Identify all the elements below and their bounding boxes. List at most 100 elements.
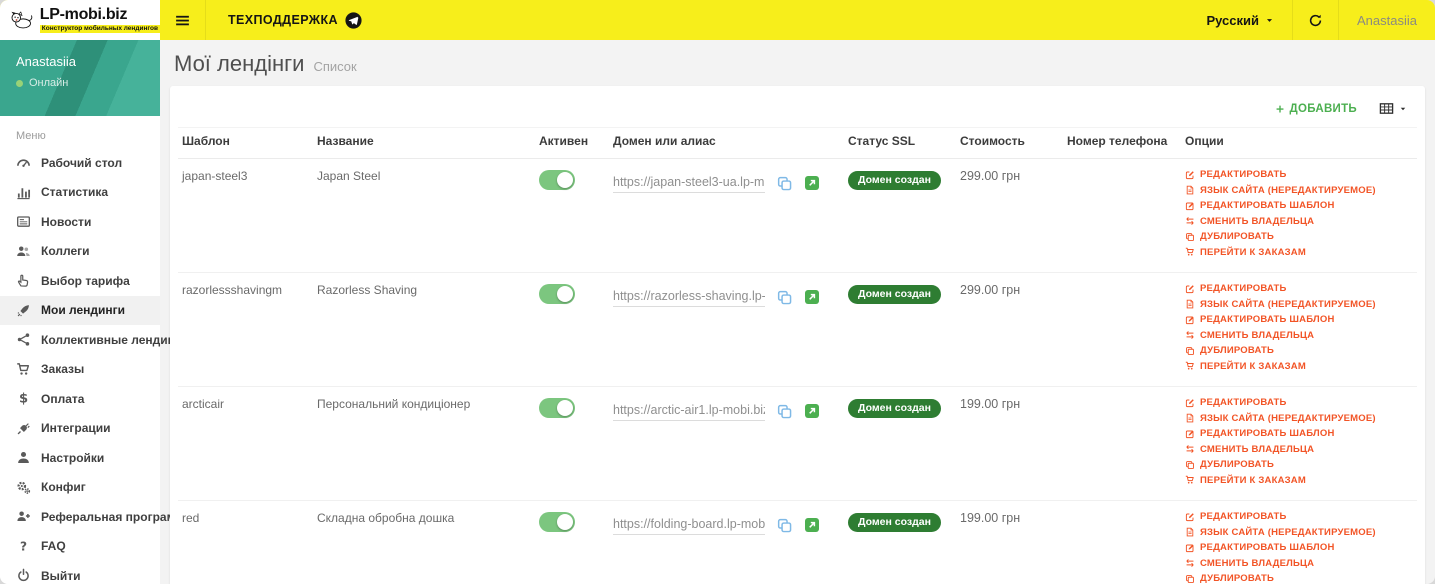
menu-item-label: Интеграции [41,421,111,436]
sidebar-item-11[interactable]: Конфиг [0,473,160,503]
option-orders-link[interactable]: ПЕРЕЙТИ К ЗАКАЗАМ [1185,247,1413,258]
landings-icon [16,303,31,318]
copy-domain-icon[interactable] [776,517,793,534]
sidebar-item-8[interactable]: Оплата [0,384,160,414]
stats-icon [16,185,31,200]
domain-input[interactable] [613,287,765,307]
table-view-dropdown[interactable] [1379,101,1407,116]
menu-item-label: Настройки [41,450,105,465]
copy-domain-icon[interactable] [776,289,793,306]
sidebar-item-3[interactable]: Коллеги [0,237,160,267]
support-button[interactable]: ТЕХПОДДЕРЖКА [228,0,362,40]
open-site-icon[interactable] [804,517,820,533]
orders-icon [1185,361,1195,371]
sidebar-item-10[interactable]: Настройки [0,443,160,473]
option-label: РЕДАКТИРОВАТЬ ШАБЛОН [1200,542,1335,553]
option-label: ЯЗЫК САЙТА (НЕРЕДАКТИРУЕМОЕ) [1200,412,1376,424]
sidebar-item-6[interactable]: Коллективные лендинги [0,325,187,355]
domain-input[interactable] [613,173,765,193]
sidebar-item-13[interactable]: FAQ [0,532,160,562]
option-duplicate-link[interactable]: ДУБЛИРОВАТЬ [1185,345,1413,356]
brand-dog-icon [11,11,33,29]
option-language-link[interactable]: ЯЗЫК САЙТА (НЕРЕДАКТИРУЕМОЕ) [1185,185,1413,196]
option-orders-link[interactable]: ПЕРЕЙТИ К ЗАКАЗАМ [1185,475,1413,486]
menu-item-label: FAQ [41,539,66,554]
active-toggle[interactable] [539,170,575,190]
add-landing-button[interactable]: ДОБАВИТЬ [1275,103,1357,115]
copy-domain-icon[interactable] [776,175,793,192]
open-site-icon[interactable] [804,403,820,419]
sidebar-item-4[interactable]: Выбор тарифа [0,266,160,296]
duplicate-icon [1185,574,1195,584]
language-dropdown[interactable]: Русский [1188,0,1292,40]
active-toggle[interactable] [539,398,575,418]
active-toggle[interactable] [539,284,575,304]
option-duplicate-link[interactable]: ДУБЛИРОВАТЬ [1185,573,1413,584]
option-language-link[interactable]: ЯЗЫК САЙТА (НЕРЕДАКТИРУЕМОЕ) [1185,299,1413,310]
payment-icon [16,391,31,406]
option-label: ПЕРЕЙТИ К ЗАКАЗАМ [1200,246,1306,258]
option-language-link[interactable]: ЯЗЫК САЙТА (НЕРЕДАКТИРУЕМОЕ) [1185,413,1413,424]
chevron-down-icon [1265,16,1274,25]
sidebar-toggle-button[interactable] [160,0,206,40]
table-row: red Складна обробна дошка Домен создан 1… [178,500,1417,584]
change-owner-icon [1185,558,1195,568]
option-edit-template-link[interactable]: РЕДАКТИРОВАТЬ ШАБЛОН [1185,314,1413,325]
edit-template-icon [1185,543,1195,553]
option-change-owner-link[interactable]: СМЕНИТЬ ВЛАДЕЛЬЦА [1185,558,1413,569]
column-header-template: Шаблон [178,127,313,159]
ssl-status-badge: Домен создан [848,399,941,418]
tariff-icon [16,273,31,288]
language-icon [1185,527,1195,537]
sidebar-item-12[interactable]: Реферальная программа [0,502,191,532]
template-name: red [182,511,200,525]
menu-section-label: Меню [16,130,46,142]
domain-input[interactable] [613,401,765,421]
duplicate-icon [1185,232,1195,242]
option-edit-template-link[interactable]: РЕДАКТИРОВАТЬ ШАБЛОН [1185,200,1413,211]
sidebar-item-1[interactable]: Статистика [0,178,160,208]
option-change-owner-link[interactable]: СМЕНИТЬ ВЛАДЕЛЬЦА [1185,444,1413,455]
sidebar-item-0[interactable]: Рабочий стол [0,148,160,178]
news-icon [16,214,31,229]
copy-domain-icon[interactable] [776,403,793,420]
option-edit-template-link[interactable]: РЕДАКТИРОВАТЬ ШАБЛОН [1185,428,1413,439]
menu-item-label: Мои лендинги [41,303,126,318]
open-site-icon[interactable] [804,175,820,191]
option-duplicate-link[interactable]: ДУБЛИРОВАТЬ [1185,459,1413,470]
duplicate-icon [1185,460,1195,470]
edit-template-icon [1185,315,1195,325]
sidebar-item-2[interactable]: Новости [0,207,160,237]
option-label: ДУБЛИРОВАТЬ [1200,345,1275,356]
option-label: РЕДАКТИРОВАТЬ [1200,511,1287,522]
template-name: razorlessshavingm [182,283,283,297]
option-duplicate-link[interactable]: ДУБЛИРОВАТЬ [1185,231,1413,242]
column-header-cost: Стоимость [956,127,1063,159]
sidebar-item-5[interactable]: Мои лендинги [0,295,160,325]
brand-logo[interactable]: LP-mobi.biz Конструктор мобильных лендин… [0,0,160,40]
option-change-owner-link[interactable]: СМЕНИТЬ ВЛАДЕЛЬЦА [1185,216,1413,227]
active-toggle[interactable] [539,512,575,532]
duplicate-icon [1185,346,1195,356]
username-button[interactable]: Anastasiia [1338,0,1435,40]
sidebar-item-7[interactable]: Заказы [0,355,160,385]
option-edit-template-link[interactable]: РЕДАКТИРОВАТЬ ШАБЛОН [1185,542,1413,553]
option-edit-link[interactable]: РЕДАКТИРОВАТЬ [1185,283,1413,294]
row-options: РЕДАКТИРОВАТЬ ЯЗЫК САЙТА (НЕРЕДАКТИРУЕМО… [1185,511,1413,584]
option-language-link[interactable]: ЯЗЫК САЙТА (НЕРЕДАКТИРУЕМОЕ) [1185,527,1413,538]
cost-value: 299.00 грн [960,283,1021,297]
option-edit-link[interactable]: РЕДАКТИРОВАТЬ [1185,511,1413,522]
option-orders-link[interactable]: ПЕРЕЙТИ К ЗАКАЗАМ [1185,361,1413,372]
refresh-button[interactable] [1292,0,1338,40]
template-name: japan-steel3 [182,169,248,183]
sidebar-menu: Рабочий стол Статистика Новости Коллеги … [0,148,191,584]
sidebar-item-14[interactable]: Выйти [0,561,160,584]
sidebar-item-9[interactable]: Интеграции [0,414,160,444]
open-site-icon[interactable] [804,289,820,305]
option-change-owner-link[interactable]: СМЕНИТЬ ВЛАДЕЛЬЦА [1185,330,1413,341]
option-edit-link[interactable]: РЕДАКТИРОВАТЬ [1185,169,1413,180]
brand-tagline: Конструктор мобильных лендингов [39,24,160,34]
domain-input[interactable] [613,515,765,535]
option-edit-link[interactable]: РЕДАКТИРОВАТЬ [1185,397,1413,408]
page-title: Мої лендінги [174,51,305,76]
